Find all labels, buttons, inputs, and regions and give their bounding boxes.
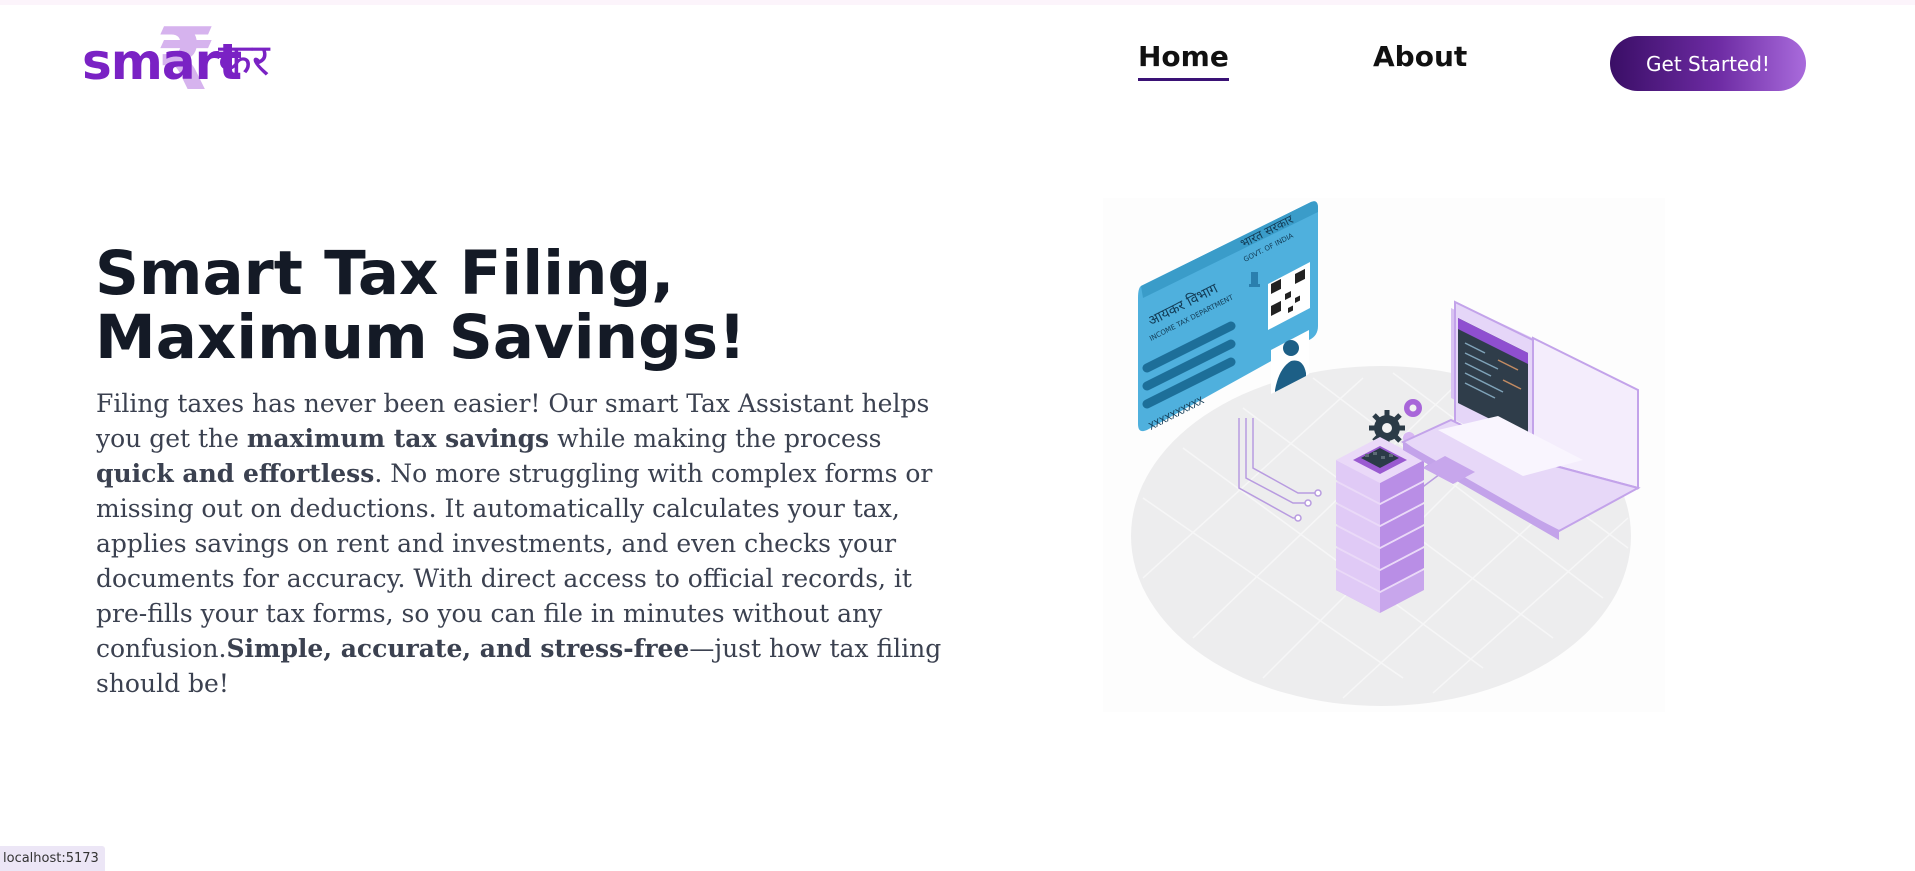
desc-part-3: . No more struggling with complex forms … xyxy=(96,459,933,663)
desc-part-2: while making the process xyxy=(549,424,882,453)
logo-hindi: कर xyxy=(218,35,270,86)
brand-logo[interactable]: ₹ smart कर xyxy=(80,17,280,103)
hero-description: Filing taxes has never been easier! Our … xyxy=(96,386,956,701)
desc-bold-1: maximum tax savings xyxy=(246,424,550,453)
server-stack-icon xyxy=(1336,437,1424,613)
get-started-button[interactable]: Get Started! xyxy=(1610,36,1806,91)
desc-bold-2: quick and effortless xyxy=(96,459,375,488)
hero-illustration: आयकर विभाग INCOME TAX DEPARTMENT भारत सर… xyxy=(1103,198,1665,712)
hero-title: Smart Tax Filing, Maximum Savings! xyxy=(95,238,746,373)
nav-home-link[interactable]: Home xyxy=(1138,40,1229,81)
nav-about-link[interactable]: About xyxy=(1373,40,1467,74)
desc-bold-3: Simple, accurate, and stress-free xyxy=(226,634,690,663)
top-accent-line xyxy=(0,0,1915,5)
browser-status-url: localhost:5173 xyxy=(0,846,105,871)
